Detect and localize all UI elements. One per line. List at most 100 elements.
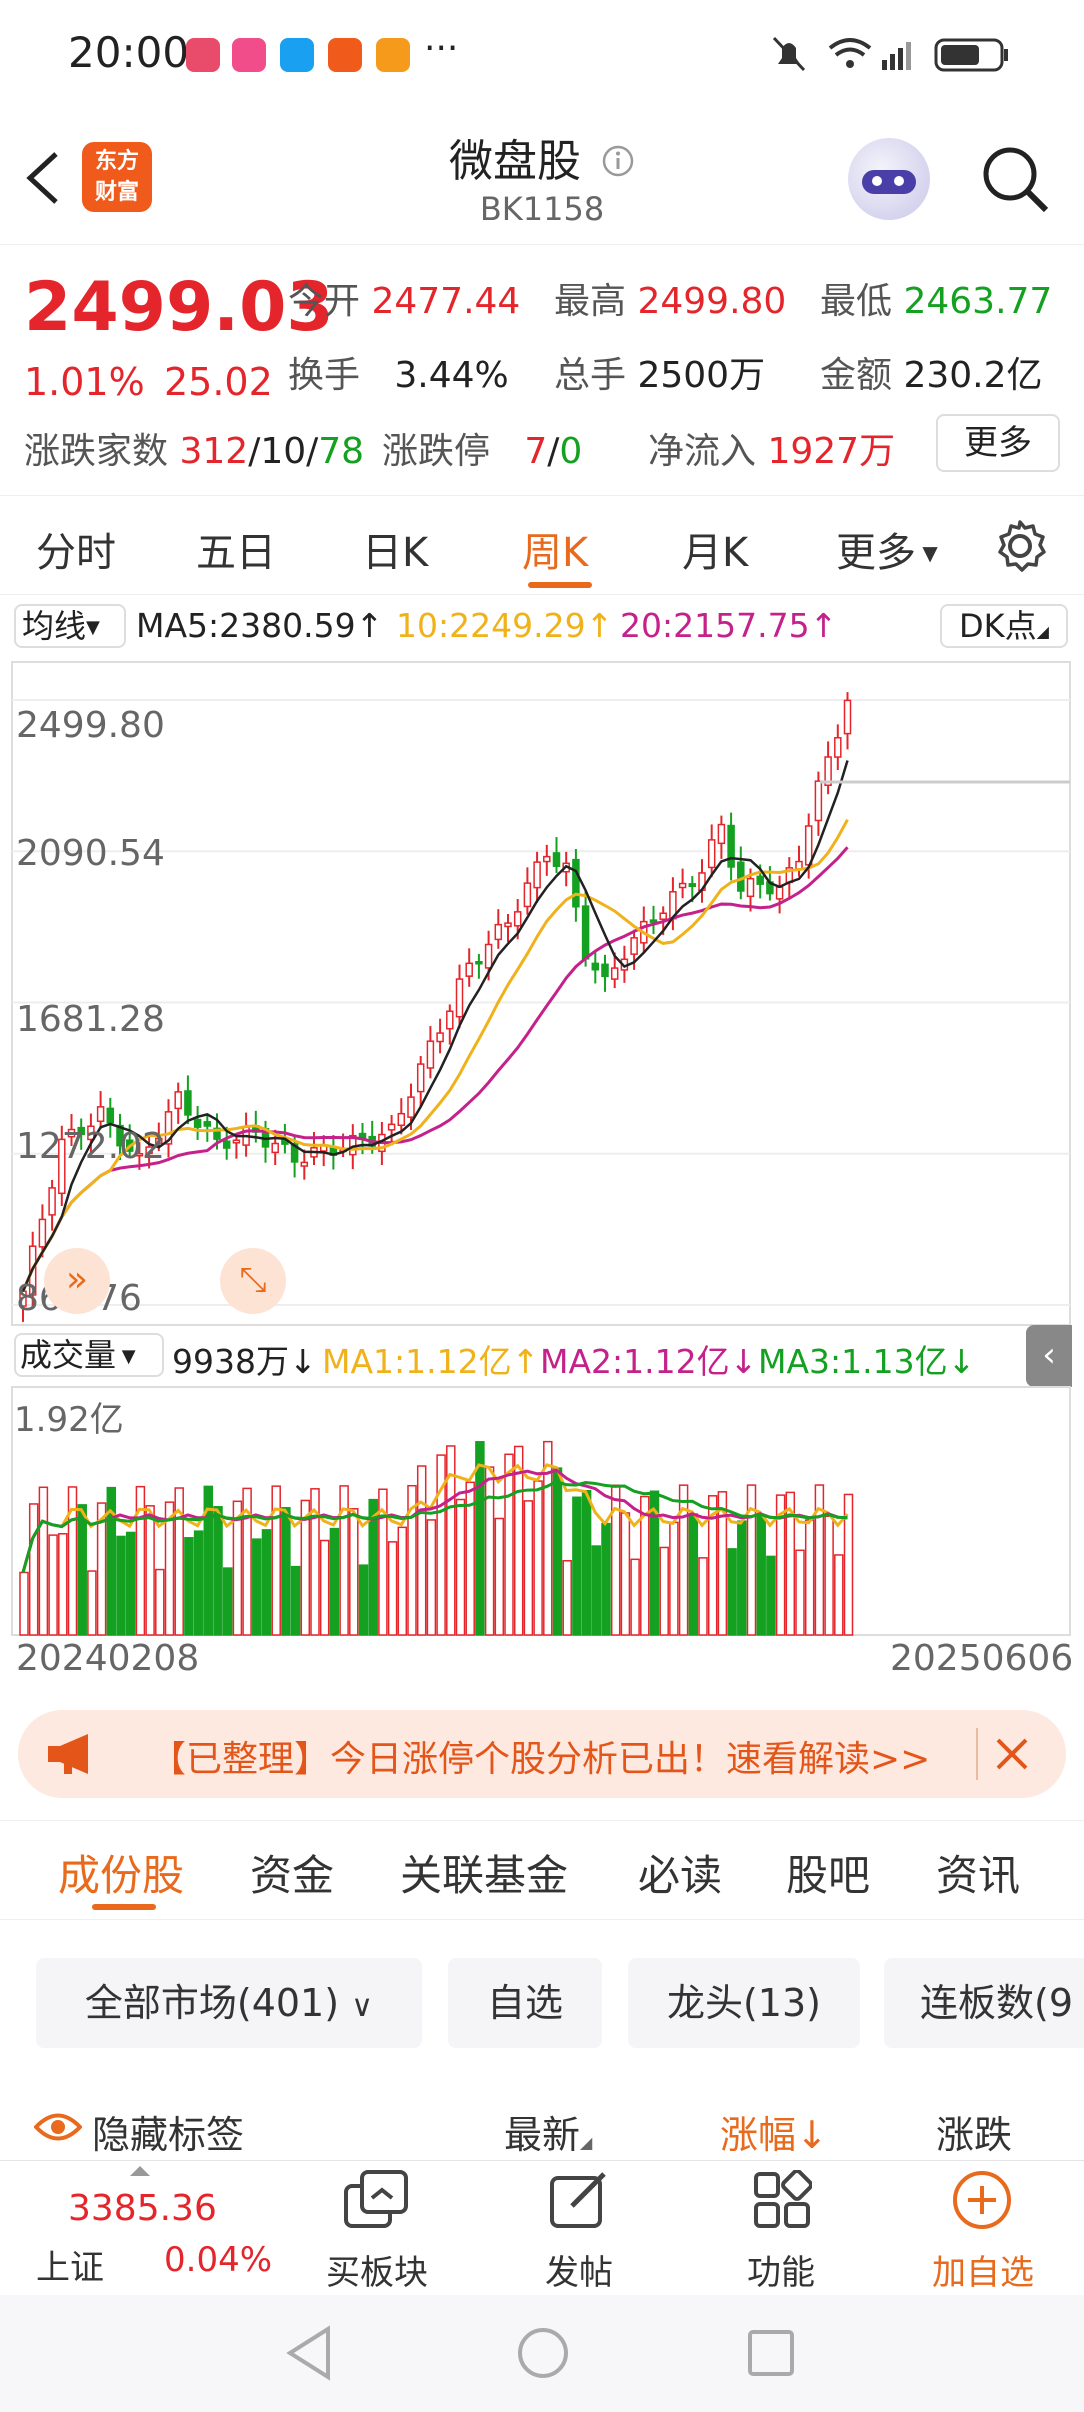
volume-bars — [19, 1440, 854, 1636]
fullscreen-icon[interactable]: ⤡ — [220, 1248, 286, 1314]
candle — [775, 875, 784, 914]
tab-more[interactable]: 更多 ▼ — [836, 520, 938, 578]
candle — [184, 1075, 192, 1125]
index-name[interactable]: 上证 — [36, 2240, 104, 2289]
inflow-stat: 净流入 1927万 — [648, 431, 896, 472]
buy-sector-icon[interactable] — [340, 2168, 412, 2232]
volume-bar — [795, 1549, 805, 1636]
tab-weekly-k[interactable]: 周K — [522, 520, 588, 578]
candle — [824, 741, 832, 795]
app-notification-icon — [186, 38, 220, 72]
banner-text[interactable]: 【已整理】今日涨停个股分析已出！速看解读>> — [150, 1730, 970, 1782]
search-icon[interactable] — [978, 142, 1052, 216]
candle — [601, 954, 609, 992]
candle — [523, 867, 532, 915]
functions-button[interactable]: 功能 — [706, 2245, 856, 2294]
tab-related-funds[interactable]: 关联基金 — [400, 1842, 568, 1903]
assistant-robot-avatar[interactable] — [848, 138, 930, 220]
settings-gear-icon[interactable] — [992, 518, 1048, 574]
candle — [785, 857, 794, 898]
volume-bar — [494, 1517, 505, 1636]
functions-grid-icon[interactable] — [752, 2170, 812, 2230]
add-watch-icon[interactable] — [950, 2168, 1014, 2232]
tab-intraday[interactable]: 分时 — [36, 520, 116, 578]
volume-bar — [319, 1539, 330, 1636]
sort-change-pct[interactable]: 涨幅↓ — [720, 2104, 828, 2159]
message-notification-icon — [280, 38, 314, 72]
volume-bar — [252, 1538, 262, 1636]
tab-monthly-k[interactable]: 月K — [682, 520, 748, 578]
volume-stat: 总手 2500万 — [554, 355, 766, 396]
volume-bar — [766, 1555, 776, 1636]
start-date-label: 20240208 — [16, 1638, 200, 1679]
expand-chart-icon[interactable]: » — [44, 1248, 110, 1314]
amount-stat: 金额 230.2亿 — [820, 355, 1043, 396]
nav-recents-icon[interactable] — [746, 2328, 796, 2378]
volume-chart[interactable]: 1.92亿 — [0, 1375, 1084, 1665]
filter-all-markets[interactable]: 全部市场(401) ∨ — [36, 1958, 422, 2048]
index-value[interactable]: 3385.36 — [68, 2188, 217, 2229]
sort-latest[interactable]: 最新◢ — [504, 2104, 592, 2159]
y-tick-label: 1272.02 — [16, 1126, 165, 1167]
candle — [504, 914, 512, 943]
high-stat: 最高 2499.80 — [554, 281, 787, 322]
megaphone-icon — [48, 1734, 88, 1774]
volume-bar — [804, 1519, 815, 1636]
volume-indicator-selector[interactable]: 成交量 ▼ — [14, 1333, 164, 1377]
close-icon[interactable] — [994, 1736, 1030, 1772]
change-percent: 1.01% — [24, 360, 145, 404]
candle — [843, 692, 852, 750]
buy-sector-button[interactable]: 买板块 — [302, 2245, 452, 2294]
volume-bar — [116, 1535, 126, 1636]
volume-bar — [397, 1526, 408, 1636]
add-watch-button[interactable]: 加自选 — [908, 2245, 1058, 2294]
sort-change[interactable]: 涨跌 — [936, 2104, 1012, 2159]
volume-bar — [426, 1519, 437, 1636]
volume-bar — [193, 1530, 204, 1636]
volume-bar — [591, 1545, 602, 1636]
app-notification-icon — [328, 38, 362, 72]
volume-bar — [688, 1513, 699, 1636]
candle — [572, 848, 580, 922]
candle — [193, 1106, 202, 1140]
tab-constituents[interactable]: 成份股 — [58, 1842, 184, 1903]
nav-back-icon[interactable] — [284, 2325, 334, 2381]
candle — [319, 1135, 328, 1167]
index-change[interactable]: 0.04% — [164, 2240, 272, 2280]
post-button[interactable]: 发帖 — [504, 2245, 654, 2294]
filter-leaders[interactable]: 龙头(13) — [628, 1958, 860, 2048]
hide-tags-toggle[interactable]: 隐藏标签 — [92, 2104, 244, 2159]
tab-news[interactable]: 资讯 — [936, 1842, 1020, 1903]
breadth-stat: 涨跌家数 312/10/78 — [24, 431, 365, 472]
volume-bar — [261, 1529, 272, 1636]
app-notification-icon — [376, 38, 410, 72]
tab-must-read[interactable]: 必读 — [638, 1842, 722, 1903]
tab-five-day[interactable]: 五日 — [196, 520, 276, 578]
volume-bar — [581, 1489, 592, 1636]
post-edit-icon[interactable] — [548, 2168, 612, 2232]
filter-watchlist[interactable]: 自选 — [448, 1958, 602, 2048]
index-expand-icon[interactable] — [130, 2166, 150, 2176]
volume-bar — [601, 1522, 611, 1636]
app-notification-icon — [232, 38, 266, 72]
more-stats-button[interactable]: 更多 — [936, 414, 1060, 472]
volume-bar — [329, 1527, 340, 1636]
tab-daily-k[interactable]: 日K — [362, 520, 428, 578]
tab-forum[interactable]: 股吧 — [786, 1842, 870, 1903]
filter-limit-streak[interactable]: 连板数(9 — [884, 1958, 1084, 2048]
volume-bar — [222, 1567, 233, 1636]
candle — [707, 824, 716, 877]
kline-chart[interactable]: 2499.80 2090.54 1681.28 1272.02 862.76 — [0, 640, 1084, 1330]
eye-icon[interactable] — [34, 2110, 82, 2144]
candle — [727, 812, 735, 881]
more-notifications-icon: ··· — [424, 28, 459, 69]
info-icon[interactable] — [601, 144, 635, 178]
tab-capital[interactable]: 资金 — [250, 1842, 334, 1903]
volume-bar — [727, 1548, 737, 1636]
open-stat: 今开 2477.44 — [288, 281, 521, 322]
nav-home-icon[interactable] — [516, 2326, 570, 2380]
candle — [591, 950, 600, 984]
volume-bar — [281, 1507, 291, 1636]
system-status-icons — [772, 36, 1008, 72]
candle — [717, 815, 726, 859]
